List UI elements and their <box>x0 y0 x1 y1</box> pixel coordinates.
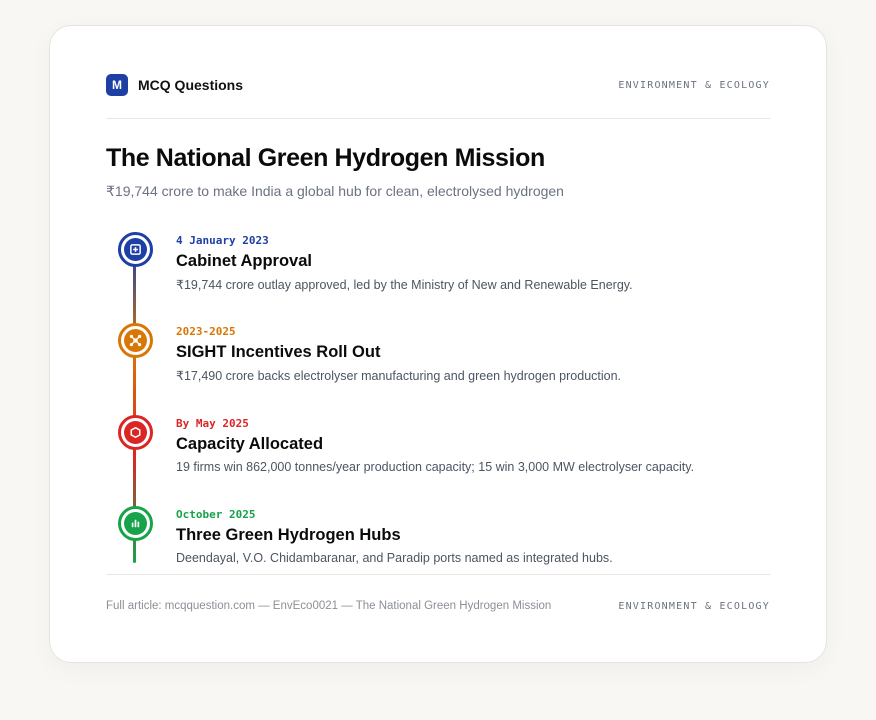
event-title: Cabinet Approval <box>176 252 312 270</box>
brand-logo: M <box>106 74 128 96</box>
timeline-marker <box>118 506 153 541</box>
card-footer: Full article: mcqquestion.com — EnvEco00… <box>106 600 770 612</box>
footer-divider <box>106 574 770 575</box>
event-title: Capacity Allocated <box>176 435 324 453</box>
brand[interactable]: M MCQ Questions <box>106 74 243 96</box>
event-date: 2023-2025 <box>176 325 236 338</box>
timeline-event-hydrogen-hubs: October 2025 Three Green Hydrogen Hubs D… <box>106 500 772 580</box>
timeline-event-sight-incentives: 2023-2025 SIGHT Incentives Roll Out ₹17,… <box>106 317 772 397</box>
event-title: Three Green Hydrogen Hubs <box>176 526 401 544</box>
timeline-marker <box>118 232 153 267</box>
event-description: Deendayal, V.O. Chidambaranar, and Parad… <box>176 551 613 565</box>
timeline-marker <box>118 323 153 358</box>
event-date: By May 2025 <box>176 417 249 430</box>
plus-square-icon <box>130 244 141 255</box>
event-description: ₹19,744 crore outlay approved, led by th… <box>176 278 633 292</box>
event-date: October 2025 <box>176 508 256 521</box>
event-description: ₹17,490 crore backs electrolyser manufac… <box>176 369 622 383</box>
timeline-marker <box>118 415 153 450</box>
footer-category-label: ENVIRONMENT & ECOLOGY <box>618 600 770 612</box>
article-link[interactable]: Full article: mcqquestion.com — EnvEco00… <box>106 600 551 612</box>
header-divider <box>106 118 770 119</box>
event-date: 4 January 2023 <box>176 234 269 247</box>
category-label: ENVIRONMENT & ECOLOGY <box>618 79 770 91</box>
network-icon <box>129 334 142 347</box>
content-card: M MCQ Questions ENVIRONMENT & ECOLOGY Th… <box>49 25 827 663</box>
bar-chart-icon <box>131 519 140 528</box>
timeline-event-cabinet-approval: 4 January 2023 Cabinet Approval ₹19,744 … <box>106 226 772 306</box>
timeline-event-capacity-allocated: By May 2025 Capacity Allocated 19 firms … <box>106 409 772 489</box>
page-subtitle: ₹19,744 crore to make India a global hub… <box>106 183 564 199</box>
page-title: The National Green Hydrogen Mission <box>106 144 545 172</box>
event-title: SIGHT Incentives Roll Out <box>176 343 381 361</box>
hexagon-icon <box>130 426 141 439</box>
event-description: 19 firms win 862,000 tonnes/year product… <box>176 460 695 474</box>
card-header: M MCQ Questions ENVIRONMENT & ECOLOGY <box>106 74 770 96</box>
brand-name: MCQ Questions <box>138 77 244 93</box>
